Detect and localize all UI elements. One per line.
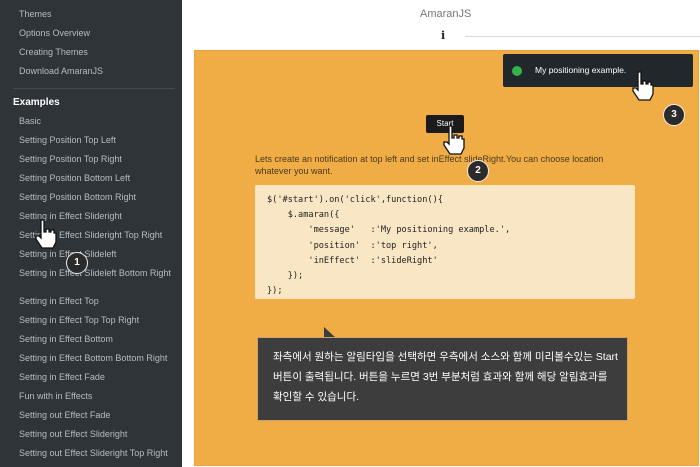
pointer-hand-icon	[443, 125, 465, 155]
sidebar-item-out-slideright-top-right[interactable]: Setting out Effect Slideright Top Right	[19, 448, 174, 459]
code-text: $('#start').on('click',function(){ $.ama…	[267, 195, 511, 297]
sidebar-item-in-top[interactable]: Setting in Effect Top	[19, 296, 174, 307]
header-divider	[465, 36, 700, 37]
page-title: AmaranJS	[420, 8, 472, 20]
sidebar-item-in-bottom[interactable]: Setting in Effect Bottom	[19, 334, 174, 345]
sidebar-item-in-fade[interactable]: Setting in Effect Fade	[19, 372, 174, 383]
sidebar-item-download[interactable]: Download AmaranJS	[19, 66, 174, 77]
sidebar-item-out-slideright[interactable]: Setting out Effect Slideright	[19, 429, 174, 440]
notification-toast[interactable]: My positioning example.	[503, 54, 693, 87]
sidebar-item-in-bottom-bottom-right[interactable]: Setting in Effect Bottom Bottom Right	[19, 353, 174, 364]
sidebar-item-in-top-top-right[interactable]: Setting in Effect Top Top Right	[19, 315, 174, 326]
sidebar-item-position-top-right[interactable]: Setting Position Top Right	[19, 154, 174, 165]
step-badge-1: 1	[66, 252, 88, 274]
sidebar-item-themes[interactable]: Themes	[19, 9, 174, 20]
status-dot-icon	[512, 66, 522, 76]
tooltip-text: 좌측에서 원하는 알림타입을 선택하면 우측에서 소스와 함께 미리볼수있는 S…	[273, 351, 618, 403]
sidebar-item-basic[interactable]: Basic	[19, 116, 174, 127]
pointer-hand-icon	[632, 71, 654, 101]
step-badge-3: 3	[663, 104, 685, 126]
sidebar-item-options-overview[interactable]: Options Overview	[19, 28, 174, 39]
sidebar-divider	[13, 88, 175, 89]
sidebar-item-fun-in-effects[interactable]: Fun with in Effects	[19, 391, 174, 402]
sidebar-item-position-top-left[interactable]: Setting Position Top Left	[19, 135, 174, 146]
sidebar-item-in-slideleft[interactable]: Setting in Effect Slideleft	[19, 249, 174, 260]
code-block: $('#start').on('click',function(){ $.ama…	[255, 185, 635, 299]
info-icon[interactable]: i	[441, 29, 445, 42]
demo-description: Lets create an notification at top left …	[255, 154, 604, 176]
annotation-tooltip: 좌측에서 원하는 알림타입을 선택하면 우측에서 소스와 함께 미리볼수있는 S…	[257, 337, 628, 421]
pointer-hand-icon	[35, 219, 57, 249]
sidebar-item-position-bottom-right[interactable]: Setting Position Bottom Right	[19, 192, 174, 203]
sidebar-item-in-slideleft-bottom-right[interactable]: Setting in Effect Slideleft Bottom Right	[19, 268, 174, 279]
sidebar-heading-examples: Examples	[13, 97, 60, 108]
sidebar-item-creating-themes[interactable]: Creating Themes	[19, 47, 174, 58]
sidebar-item-position-bottom-left[interactable]: Setting Position Bottom Left	[19, 173, 174, 184]
sidebar: Themes Options Overview Creating Themes …	[0, 0, 182, 467]
step-badge-2: 2	[467, 160, 489, 182]
sidebar-item-out-fade[interactable]: Setting out Effect Fade	[19, 410, 174, 421]
toast-message: My positioning example.	[535, 65, 627, 75]
